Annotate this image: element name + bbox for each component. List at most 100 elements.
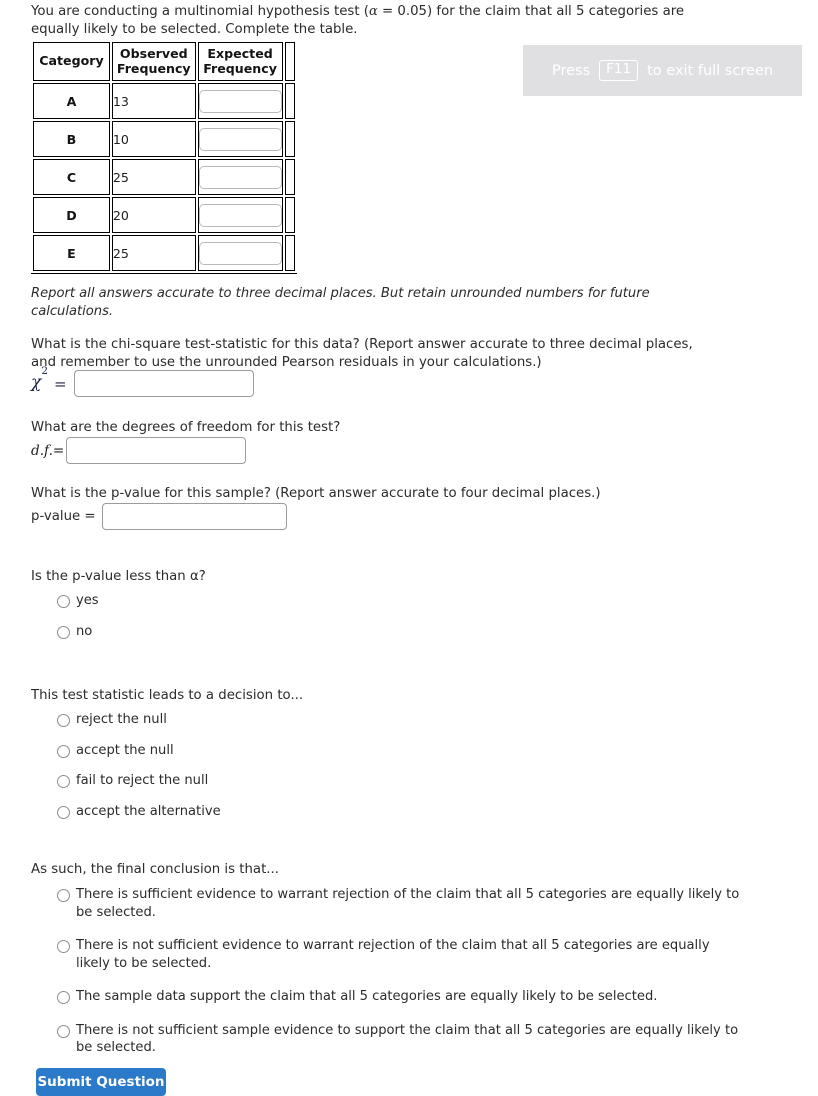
header-overflow-column [284,42,295,81]
header-expected-line2: Frequency [203,60,277,76]
table-row: C 25 [33,159,295,195]
expected-frequency-input-b[interactable] [198,127,282,151]
radio-label: reject the null [76,712,167,727]
press-label: Press [551,62,591,79]
question-page: You are conducting a multinomial hypothe… [0,0,818,1096]
cell-category: C [33,159,110,195]
cell-observed: 20 [111,197,196,233]
fullscreen-hint-banner: Press F11 to exit full screen [523,45,802,96]
radio-option-no[interactable]: no [57,623,457,641]
table-row: A 13 [33,83,295,119]
expected-frequency-input-d[interactable] [198,203,282,227]
cell-expected [197,121,283,157]
decision-options: reject the null accept the null fail to … [57,711,457,833]
radio-option-not-sufficient-evidence-reject[interactable]: There is not sufficient evidence to warr… [57,937,747,972]
chi-square-question-text: What is the chi-square test-statistic fo… [31,337,693,370]
radio-option-sample-data-support[interactable]: The sample data support the claim that a… [57,988,747,1006]
cell-overflow [284,235,295,271]
p-value-label: p-value = [31,509,96,524]
accuracy-note: Report all answers accurate to three dec… [31,286,650,319]
cell-expected [197,83,283,119]
expected-frequency-input-a[interactable] [198,89,282,113]
prompt-text-part1: You are conducting a multinomial hypothe… [31,4,369,19]
cell-observed: 25 [111,159,196,195]
chi-exponent: 2 [41,365,48,378]
radio-circle-icon[interactable] [57,940,70,953]
radio-circle-icon[interactable] [57,625,70,639]
radio-circle-icon[interactable] [57,775,70,788]
header-observed-frequency: Observed Frequency [111,42,196,81]
radio-option-sufficient-evidence-reject[interactable]: There is sufficient evidence to warrant … [57,886,747,921]
radio-circle-icon[interactable] [57,889,70,902]
table-body: A 13 B 10 C 25 D 20 E 25 [33,83,295,271]
cell-expected [197,235,283,271]
alpha-symbol: α [369,4,378,19]
p-less-than-alpha-options: yes no [57,592,457,653]
radio-circle-icon[interactable] [57,991,70,1004]
degrees-of-freedom-question-text: What are the degrees of freedom for this… [31,420,341,435]
table-header-row: Category Observed Frequency Expected Fre… [33,42,295,81]
radio-label: fail to reject the null [76,773,209,788]
radio-circle-icon[interactable] [57,714,70,727]
p-value-input[interactable] [101,503,287,530]
cell-overflow [284,121,295,157]
header-observed-line1: Observed [119,46,188,62]
p-value-answer-row: p-value = [31,503,287,530]
submit-question-button[interactable]: Submit Question [36,1068,166,1096]
final-conclusion-options: There is sufficient evidence to warrant … [57,886,747,1073]
radio-option-accept-null[interactable]: accept the null [57,742,457,760]
radio-option-fail-to-reject-null[interactable]: fail to reject the null [57,772,457,790]
radio-option-not-sufficient-sample-evidence[interactable]: There is not sufficient sample evidence … [57,1022,747,1057]
degrees-of-freedom-answer-row: d.f.= [31,437,247,464]
header-expected-frequency: Expected Frequency [197,42,283,81]
radio-label: no [76,623,93,639]
header-category: Category [33,42,110,81]
p-value-question-text: What is the p-value for this sample? (Re… [31,486,601,501]
table-row: D 20 [33,197,295,233]
expected-frequency-input-c[interactable] [198,165,282,189]
radio-option-yes[interactable]: yes [57,592,457,610]
cell-observed: 13 [111,83,196,119]
table-row: B 10 [33,121,295,157]
cell-category: B [33,121,110,157]
cell-observed: 10 [111,121,196,157]
frequency-table: Category Observed Frequency Expected Fre… [31,40,297,273]
radio-label: accept the null [76,742,174,758]
exit-fullscreen-label: to exit full screen [647,62,774,79]
header-expected-line1: Expected [207,46,273,62]
chi-symbol: χ [31,372,42,393]
table-row: E 25 [33,235,295,271]
chi-square-label: χ2 [31,365,48,393]
chi-square-equals-sign: = [54,374,67,393]
chi-square-answer-row: χ2 = [31,365,254,397]
header-observed-line2: Frequency [116,60,191,76]
degrees-of-freedom-label: d.f.= [31,442,65,459]
expected-frequency-input-e[interactable] [198,241,282,265]
radio-label: There is not sufficient evidence to warr… [76,938,710,971]
cell-category: A [33,83,110,119]
radio-circle-icon[interactable] [57,805,70,819]
degrees-of-freedom-input[interactable] [66,437,247,464]
final-conclusion-question-text: As such, the final conclusion is that... [31,862,279,877]
cell-overflow [284,159,295,195]
decision-question-text: This test statistic leads to a decision … [31,688,304,703]
radio-option-reject-null[interactable]: reject the null [57,711,457,729]
frequency-table-wrapper: Category Observed Frequency Expected Fre… [31,40,297,274]
radio-label: yes [76,593,99,608]
cell-observed: 25 [111,235,196,271]
cell-expected [197,159,283,195]
question-prompt: You are conducting a multinomial hypothe… [31,3,731,38]
p-less-than-alpha-question-text: Is the p-value less than α? [31,569,206,584]
cell-expected [197,197,283,233]
cell-category: D [33,197,110,233]
radio-label: There is not sufficient sample evidence … [76,1022,739,1056]
radio-circle-icon[interactable] [57,595,70,608]
chi-square-input[interactable] [73,370,254,397]
radio-circle-icon[interactable] [57,744,70,758]
radio-option-accept-alternative[interactable]: accept the alternative [57,803,457,821]
radio-circle-icon[interactable] [57,1024,70,1038]
radio-label: The sample data support the claim that a… [76,989,658,1004]
cell-overflow [284,83,295,119]
radio-label: accept the alternative [76,803,221,819]
cell-overflow [284,197,295,233]
